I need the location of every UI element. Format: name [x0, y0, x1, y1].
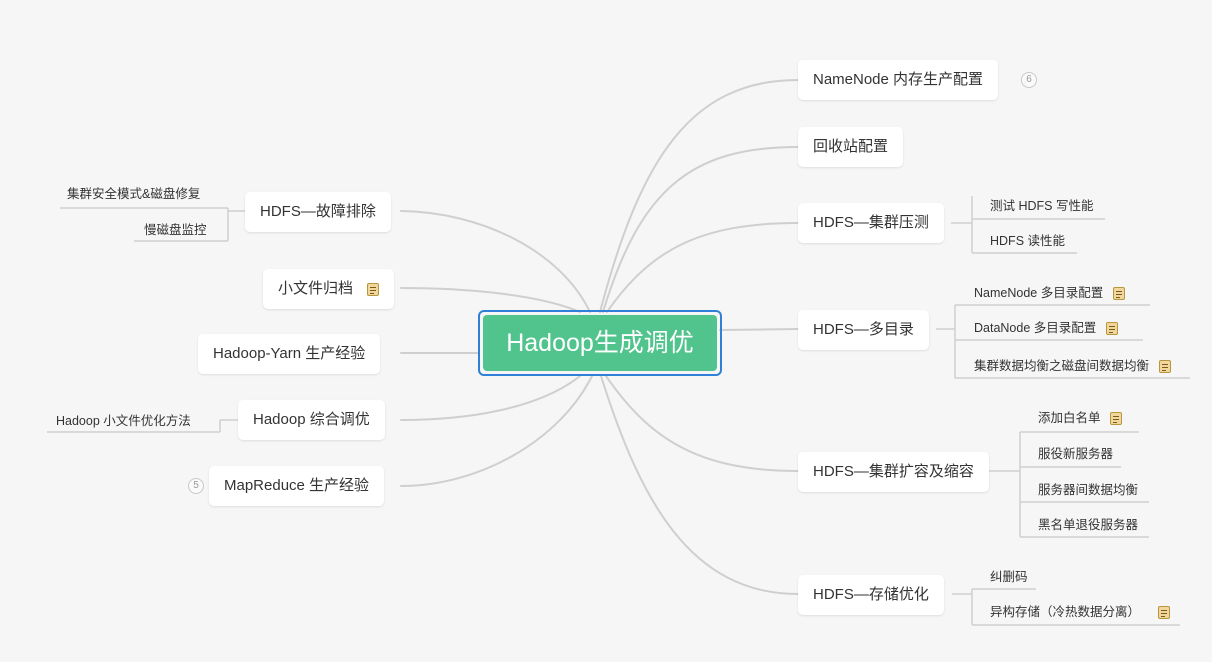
connector-mapreduce	[400, 375, 593, 487]
leaf-benchmark-write-label: 测试 HDFS 写性能	[990, 199, 1094, 213]
central-topic[interactable]: Hadoop生成调优	[478, 310, 722, 376]
leaf-safemode-disk-repair-label: 集群安全模式&磁盘修复	[67, 187, 201, 201]
connector-tuning	[400, 375, 581, 421]
leaf-benchmark-read-label: HDFS 读性能	[990, 234, 1066, 248]
note-icon[interactable]	[367, 282, 380, 296]
topic-hadoop-tuning[interactable]: Hadoop 综合调优	[238, 400, 385, 440]
note-icon[interactable]	[1158, 360, 1171, 374]
leaf-slow-disk-monitor-label: 慢磁盘监控	[144, 223, 207, 237]
leaf-small-file-optimization[interactable]: Hadoop 小文件优化方法	[56, 410, 191, 432]
leaf-datanode-multi-dir-label: DataNode 多目录配置	[974, 321, 1097, 335]
connector-fault	[400, 210, 591, 313]
leaf-namenode-multi-dir[interactable]: NameNode 多目录配置	[974, 282, 1125, 304]
connector-benchmark	[606, 222, 799, 313]
connector-recycle	[602, 146, 799, 313]
leaf-small-file-optimization-label: Hadoop 小文件优化方法	[56, 414, 191, 428]
leaf-server-balance[interactable]: 服务器间数据均衡	[1038, 479, 1138, 501]
topic-hdfs-multi-dir[interactable]: HDFS—多目录	[798, 310, 929, 350]
topic-hadoop-yarn-label: Hadoop-Yarn 生产经验	[213, 345, 366, 362]
leaf-benchmark-read[interactable]: HDFS 读性能	[990, 230, 1065, 252]
topic-hdfs-multi-dir-label: HDFS—多目录	[813, 321, 914, 338]
topic-recycle-bin[interactable]: 回收站配置	[798, 127, 904, 167]
topic-hdfs-fault-label: HDFS—故障排除	[260, 203, 376, 220]
topic-hdfs-fault[interactable]: HDFS—故障排除	[245, 192, 391, 232]
leaf-server-balance-label: 服务器间数据均衡	[1038, 483, 1139, 497]
note-icon[interactable]	[1157, 606, 1170, 620]
topic-recycle-bin-label: 回收站配置	[813, 138, 889, 155]
leaf-namenode-multi-dir-label: NameNode 多目录配置	[974, 286, 1104, 300]
connector-multi-dir	[719, 328, 799, 331]
connector-small-file	[400, 287, 581, 313]
note-icon[interactable]	[1105, 322, 1118, 336]
topic-small-file-archive[interactable]: 小文件归档	[263, 269, 395, 309]
topic-namenode-memory-label: NameNode 内存生产配置	[813, 71, 984, 88]
collapsed-count-badge[interactable]: 6	[1021, 72, 1037, 88]
leaf-add-whitelist-label: 添加白名单	[1038, 411, 1101, 425]
leaf-erasure-code[interactable]: 纠删码	[990, 566, 1028, 588]
topic-namenode-memory[interactable]: NameNode 内存生产配置	[798, 60, 999, 100]
topic-hadoop-tuning-label: Hadoop 综合调优	[253, 411, 370, 428]
leaf-commission-server[interactable]: 服役新服务器	[1038, 443, 1113, 465]
note-icon[interactable]	[1112, 287, 1125, 301]
topic-hdfs-storage[interactable]: HDFS—存储优化	[798, 575, 944, 615]
collapsed-count-badge[interactable]: 5	[188, 478, 204, 494]
topic-hdfs-benchmark[interactable]: HDFS—集群压测	[798, 203, 944, 243]
leaf-heterogeneous-storage-label: 异构存储（冷热数据分离）	[990, 605, 1141, 619]
connector-storage	[600, 375, 799, 595]
leaf-datanode-multi-dir[interactable]: DataNode 多目录配置	[974, 317, 1118, 339]
leaf-heterogeneous-storage[interactable]: 异构存储（冷热数据分离）	[990, 601, 1170, 623]
leaf-commission-server-label: 服役新服务器	[1038, 447, 1114, 461]
central-topic-label: Hadoop生成调优	[483, 315, 717, 371]
connector-namenode-memory	[599, 79, 799, 313]
mind-map-canvas: Hadoop生成调优 NameNode 内存生产配置 6 回收站配置 HDFS—…	[0, 0, 1212, 662]
leaf-erasure-code-label: 纠删码	[990, 570, 1028, 584]
note-icon[interactable]	[1110, 412, 1122, 426]
topic-small-file-archive-label: 小文件归档	[278, 280, 354, 297]
leaf-blacklist-decommission-label: 黑名单退役服务器	[1038, 518, 1139, 532]
topic-hdfs-benchmark-label: HDFS—集群压测	[813, 214, 929, 231]
connector-scale	[605, 375, 799, 472]
leaf-add-whitelist[interactable]: 添加白名单	[1038, 407, 1122, 429]
topic-mapreduce-label: MapReduce 生产经验	[224, 477, 370, 494]
topic-hadoop-yarn[interactable]: Hadoop-Yarn 生产经验	[198, 334, 381, 374]
leaf-disk-balance[interactable]: 集群数据均衡之磁盘间数据均衡	[974, 355, 1171, 377]
topic-hdfs-scale-label: HDFS—集群扩容及缩容	[813, 463, 974, 480]
topic-mapreduce[interactable]: MapReduce 生产经验	[209, 466, 385, 506]
topic-hdfs-scale[interactable]: HDFS—集群扩容及缩容	[798, 452, 989, 492]
leaf-safemode-disk-repair[interactable]: 集群安全模式&磁盘修复	[67, 183, 200, 205]
leaf-blacklist-decommission[interactable]: 黑名单退役服务器	[1038, 514, 1138, 536]
leaf-benchmark-write[interactable]: 测试 HDFS 写性能	[990, 195, 1093, 217]
leaf-slow-disk-monitor[interactable]: 慢磁盘监控	[144, 219, 207, 241]
leaf-disk-balance-label: 集群数据均衡之磁盘间数据均衡	[974, 359, 1150, 373]
topic-hdfs-storage-label: HDFS—存储优化	[813, 586, 929, 603]
